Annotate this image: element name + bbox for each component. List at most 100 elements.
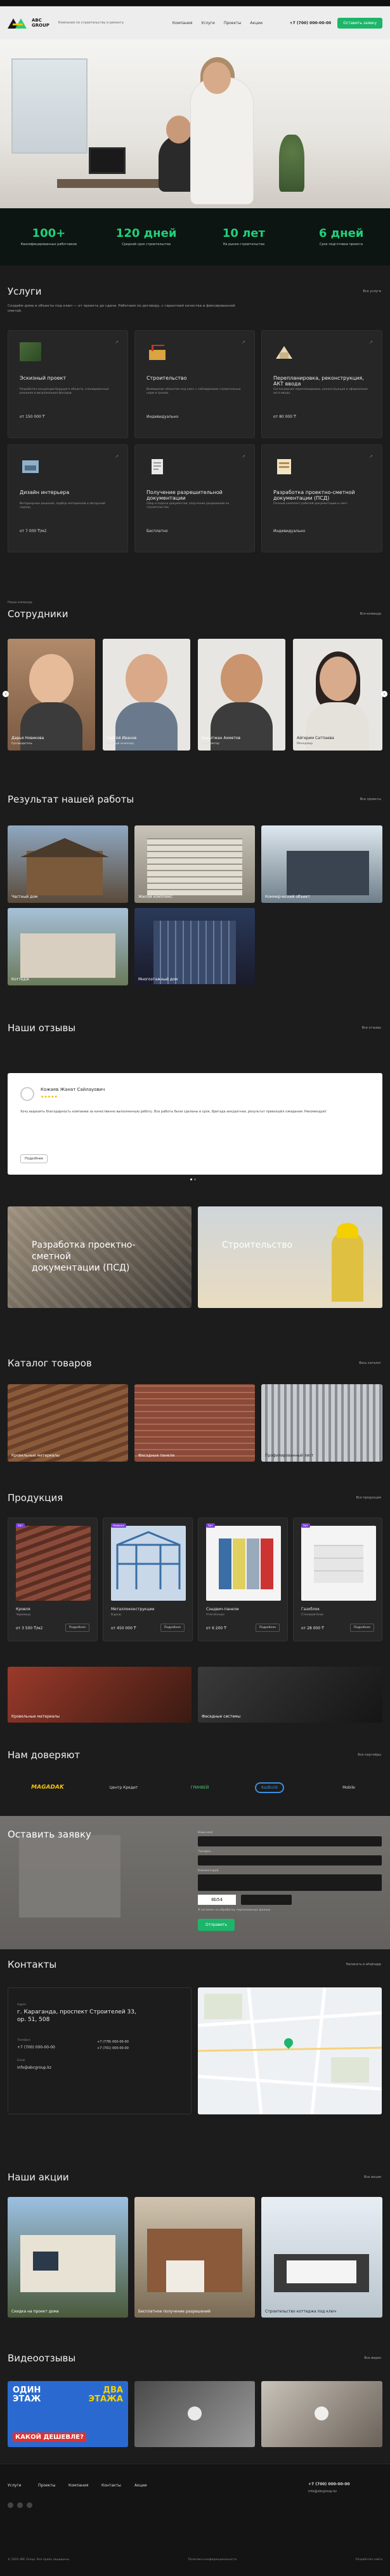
catalog-item[interactable]: Фасадные панели: [134, 1384, 255, 1462]
product-more-button[interactable]: Подробнее: [255, 1624, 280, 1632]
products-all-link[interactable]: Вся продукция: [356, 1496, 381, 1500]
banner-psd[interactable]: Разработка проектно-сметной документации…: [8, 1206, 192, 1308]
promo-card[interactable]: Бесплатное получение разрешений: [134, 2197, 255, 2318]
contacts-info: Адрес г. Караганда, проспект Строителей …: [8, 1987, 192, 2114]
policy-link[interactable]: Политика конфиденциальности: [188, 2558, 237, 2561]
logo[interactable]: ABC GROUP: [8, 17, 49, 29]
prev-arrow-icon[interactable]: ‹: [3, 691, 9, 697]
footer-link[interactable]: Проекты: [38, 2483, 56, 2488]
submit-button[interactable]: Отправить: [198, 1919, 235, 1931]
nav-item-promos[interactable]: Акции: [250, 21, 263, 25]
service-card[interactable]: ↗ Перепланировка, реконструкция, АКТ вво…: [261, 330, 382, 438]
footer-link[interactable]: Акции: [134, 2483, 147, 2488]
catalog-all-link[interactable]: Весь каталог: [359, 1361, 381, 1365]
product-card[interactable]: Хит Сэндвич-панели Утеплённые от 6 200 ₸…: [198, 1518, 288, 1641]
phone-value[interactable]: +7 (700) 000-00-00: [17, 2045, 55, 2050]
nav-item-projects[interactable]: Проекты: [224, 21, 242, 25]
banner-construction[interactable]: Строительство: [198, 1206, 382, 1308]
partner-logo[interactable]: ГРИНВЕЙ: [171, 1778, 228, 1797]
review-more-button[interactable]: Подробнее: [20, 1154, 48, 1163]
promo-card[interactable]: Скидка на проект дома: [8, 2197, 128, 2318]
captcha-input[interactable]: [241, 1895, 292, 1905]
play-icon[interactable]: [315, 2406, 328, 2420]
footer-link[interactable]: Услуги: [8, 2483, 21, 2488]
comment-input[interactable]: [198, 1874, 382, 1891]
product-banner[interactable]: Фасадные системы: [198, 1667, 382, 1723]
product-more-button[interactable]: Подробнее: [160, 1624, 185, 1632]
telegram-icon[interactable]: [27, 2502, 33, 2508]
video-card[interactable]: [261, 2381, 382, 2447]
product-banner[interactable]: Кровельные материалы: [8, 1667, 192, 1723]
partner-logo[interactable]: Mobile: [320, 1778, 377, 1797]
service-card[interactable]: ↗ Разработка проектно-сметной документац…: [261, 444, 382, 552]
product-card[interactable]: Хит Кровля Черепица от 3 500 ₸/м2 Подроб…: [8, 1518, 98, 1641]
name-input[interactable]: [198, 1836, 382, 1846]
instagram-icon[interactable]: [8, 2502, 13, 2508]
email-value[interactable]: info@abcgroup.kz: [17, 2065, 51, 2070]
banner-title: Строительство: [222, 1240, 293, 1250]
footer-link[interactable]: Компания: [68, 2483, 89, 2488]
topbar-right: [380, 1, 381, 5]
service-card[interactable]: ↗ Эскизный проект Разработка концепции б…: [8, 330, 128, 438]
stat-value: 120 дней: [115, 227, 177, 240]
service-card[interactable]: ↗ Получение разрешительной документации …: [134, 444, 255, 552]
whatsapp-link[interactable]: Написать в whatsapp: [346, 1963, 381, 1966]
consent-checkbox[interactable]: Я согласен на обработку персональных дан…: [198, 1909, 270, 1912]
footer-phone[interactable]: +7 (700) 000-00-00: [308, 2482, 350, 2486]
videos-all-link[interactable]: Все видео: [364, 2356, 381, 2360]
video-card[interactable]: ОДИН ЭТАЖ ДВА ЭТАЖА КАКОЙ ДЕШЕВЛЕ?: [8, 2381, 128, 2447]
developer-link[interactable]: Разработка сайта: [356, 2558, 382, 2561]
header-phone[interactable]: +7 (700) 000-00-00: [290, 21, 332, 25]
phone-value[interactable]: +7 (701) 000-00-00: [97, 2046, 129, 2050]
team-member-card[interactable]: Бахытжан Ахметов Архитектор: [198, 639, 285, 751]
project-photo[interactable]: Частный дом: [8, 825, 128, 903]
promos-all-link[interactable]: Все акции: [364, 2175, 381, 2179]
partners-all-link[interactable]: Все партнёры: [358, 1753, 381, 1757]
document-icon: [146, 457, 168, 476]
stat-label: Средний срок строительства: [122, 243, 171, 246]
partner-logo[interactable]: MAGADAK: [19, 1778, 76, 1797]
arrow-icon: ↗: [369, 454, 373, 459]
reviews-all-link[interactable]: Все отзывы: [362, 1026, 381, 1030]
team-small: Наша команда: [8, 601, 32, 604]
whatsapp-icon[interactable]: [17, 2502, 23, 2508]
services-all-link[interactable]: Все услуги: [363, 290, 381, 293]
footer-link[interactable]: Контакты: [101, 2483, 121, 2488]
next-arrow-icon[interactable]: ›: [381, 691, 387, 697]
project-photo[interactable]: Многоэтажный дом: [134, 908, 255, 985]
phone-input[interactable]: [198, 1855, 382, 1865]
project-photo[interactable]: Жилой комплекс: [134, 825, 255, 903]
product-card[interactable]: Новинка Металлоконструкции Каркас от 450…: [103, 1518, 193, 1641]
team-section: Наша команда Сотрудники Вся команда Дарь…: [0, 597, 390, 756]
catalog-item[interactable]: Кровельные материалы: [8, 1384, 128, 1462]
product-price: от 450 000 ₸: [111, 1626, 136, 1631]
nav-item-services[interactable]: Услуги: [201, 21, 214, 25]
product-card[interactable]: Хит Газоблок Стеновой блок от 28 000 ₸ П…: [293, 1518, 382, 1641]
phone-value[interactable]: +7 (778) 000-00-00: [97, 2040, 129, 2044]
video-card[interactable]: [134, 2381, 255, 2447]
service-card[interactable]: ↗ Строительство Возведение объектов под …: [134, 330, 255, 438]
copyright: © 2024 ABC Group. Все права защищены: [8, 2558, 70, 2561]
team-all-link[interactable]: Вся команда: [360, 612, 381, 616]
social-links: [8, 2502, 35, 2509]
catalog-item[interactable]: Профилированный лист: [261, 1384, 382, 1462]
team-member-card[interactable]: Дарья Новикова Руководитель: [8, 639, 95, 751]
team-member-card[interactable]: Айгерим Сатпаева Менеджер: [293, 639, 382, 751]
team-member-card[interactable]: Сергей Иванов Главный инженер: [103, 639, 190, 751]
product-more-button[interactable]: Подробнее: [65, 1624, 89, 1632]
partner-logo[interactable]: Центр Кредит: [95, 1778, 152, 1797]
footer-email[interactable]: info@abcgroup.kz: [308, 2490, 337, 2493]
nav-item-company[interactable]: Компания: [172, 21, 193, 25]
map[interactable]: [198, 1987, 382, 2114]
stat-item: 100+ Квалифицированных работников: [11, 227, 87, 247]
service-card[interactable]: ↗ Дизайн интерьера Интерьерные решения, …: [8, 444, 128, 552]
project-photo[interactable]: Коммерческий объект: [261, 825, 382, 903]
promos-title: Наши акции: [8, 2172, 69, 2183]
play-icon[interactable]: [188, 2406, 202, 2420]
promo-card[interactable]: Строительство коттеджа под ключ: [261, 2197, 382, 2318]
results-all-link[interactable]: Все проекты: [360, 797, 381, 801]
request-button[interactable]: Оставить заявку: [337, 17, 382, 29]
project-photo[interactable]: Коттедж: [8, 908, 128, 985]
product-more-button[interactable]: Подробнее: [349, 1624, 374, 1632]
partner-logo[interactable]: KazBuild: [244, 1778, 295, 1797]
